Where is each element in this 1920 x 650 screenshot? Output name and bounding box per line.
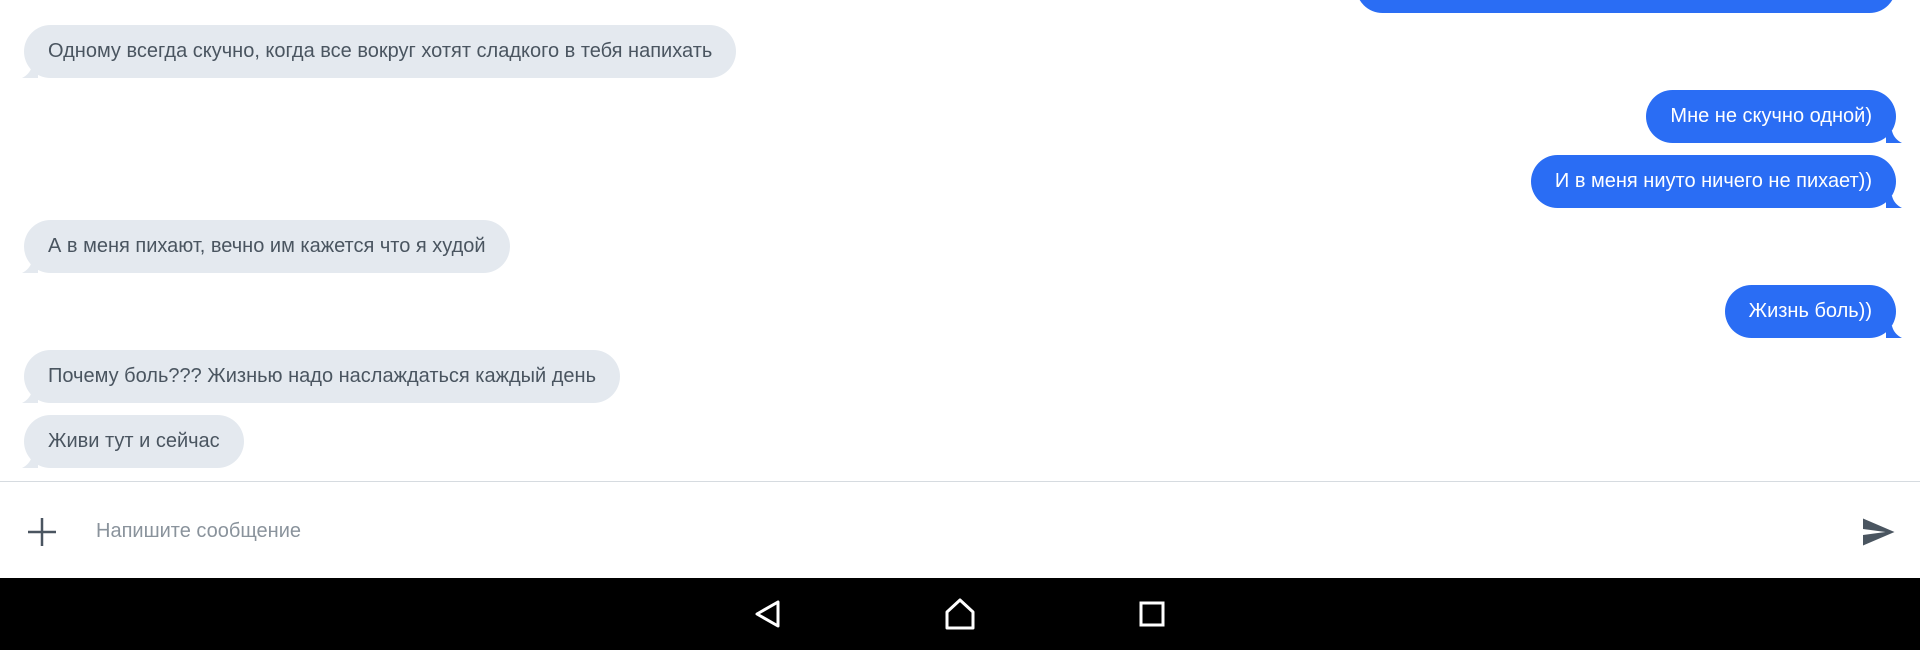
bubble-tail — [1886, 326, 1902, 338]
message-input[interactable] — [96, 508, 1796, 554]
nav-back-button[interactable] — [751, 596, 787, 632]
message-bubble-outgoing-partial — [1356, 0, 1896, 13]
bubble-tail — [22, 66, 38, 78]
bubble-tail — [1886, 196, 1902, 208]
back-triangle-icon — [755, 600, 780, 628]
nav-home-button[interactable] — [942, 596, 978, 632]
recents-square-icon — [1139, 601, 1165, 627]
message-text: Почему боль??? Жизнью надо наслаждаться … — [48, 365, 597, 387]
message-text: А в меня пихают, вечно им кажется что я … — [48, 235, 486, 257]
send-button[interactable] — [1860, 514, 1896, 550]
message-list[interactable]: Одному всегда скучно, когда все вокруг х… — [0, 0, 1920, 481]
message-text: Жизнь боль)) — [1748, 300, 1872, 322]
message-composer — [0, 481, 1920, 578]
message-bubble-incoming[interactable]: Живи тут и сейчас — [22, 415, 244, 468]
bubble-tail — [22, 261, 38, 273]
message-bubble-incoming[interactable]: А в меня пихают, вечно им кажется что я … — [22, 220, 510, 273]
attach-button[interactable] — [22, 512, 62, 552]
message-text: Одному всегда скучно, когда все вокруг х… — [48, 40, 713, 62]
system-navigation-bar — [0, 578, 1920, 650]
message-bubble-incoming[interactable]: Почему боль??? Жизнью надо наслаждаться … — [22, 350, 621, 403]
nav-recents-button[interactable] — [1134, 596, 1170, 632]
home-icon — [945, 598, 975, 630]
message-bubble-outgoing[interactable]: Жизнь боль)) — [1724, 285, 1902, 338]
message-bubble-outgoing[interactable]: Мне не скучно одной) — [1646, 90, 1902, 143]
message-text: Живи тут и сейчас — [48, 430, 220, 452]
message-text: И в меня ниуто ничего не пихает)) — [1554, 170, 1872, 192]
bubble-tail — [1886, 131, 1902, 143]
send-icon — [1863, 518, 1895, 546]
bubble-tail — [22, 456, 38, 468]
bubble-tail — [22, 391, 38, 403]
message-bubble-outgoing[interactable]: И в меня ниуто ничего не пихает)) — [1530, 155, 1902, 208]
message-bubble-incoming[interactable]: Одному всегда скучно, когда все вокруг х… — [22, 25, 737, 78]
message-text: Мне не скучно одной) — [1670, 105, 1872, 127]
plus-icon — [28, 518, 56, 546]
